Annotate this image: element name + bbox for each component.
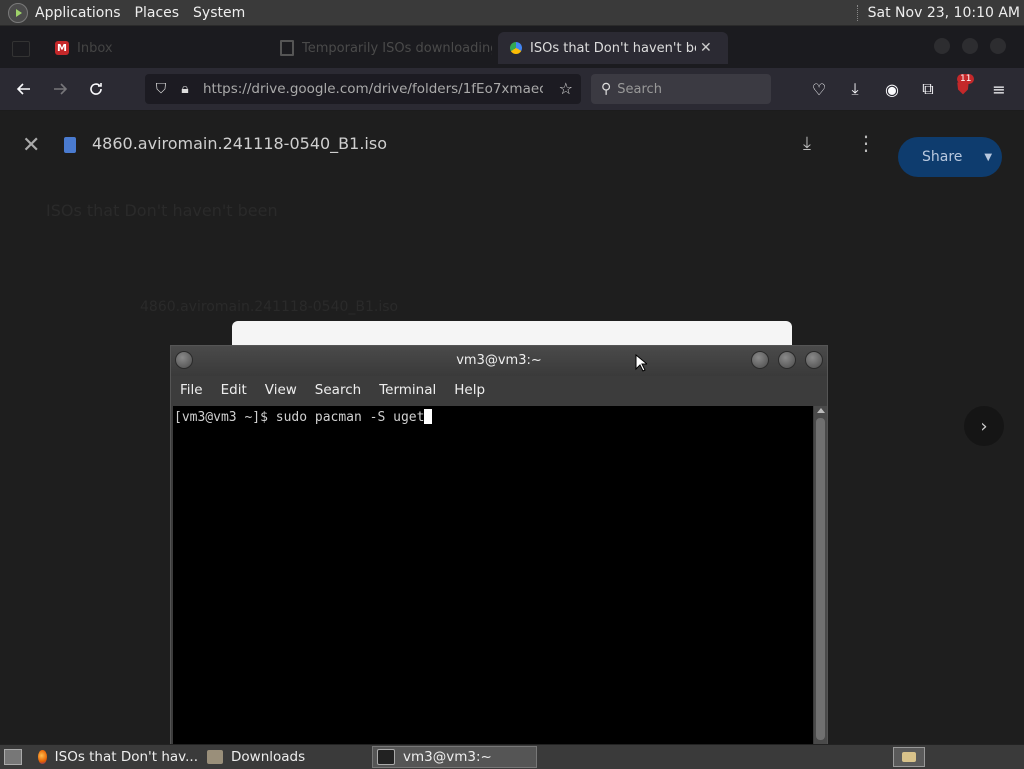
extensions-icon[interactable]: ⧉ (917, 78, 939, 100)
distro-logo-icon[interactable] (8, 2, 28, 23)
account-icon[interactable]: ◉ (881, 78, 903, 100)
places-menu[interactable]: Places (128, 5, 187, 21)
menu-terminal[interactable]: Terminal (370, 382, 445, 398)
url-text[interactable]: https://drive.google.com/drive/folders/1… (203, 81, 543, 97)
lock-icon[interactable]: 🔒︎ (177, 81, 193, 97)
google-drive-icon (510, 42, 522, 54)
reload-icon (90, 83, 102, 95)
ghost-file-row: 4860.aviromain.241118-0540_B1.iso (140, 299, 399, 315)
maximize-button[interactable] (962, 38, 978, 54)
preview-header: ✕ 4860.aviromain.241118-0540_B1.iso ⤓ ⋮ … (0, 125, 1024, 177)
browser-window-controls (934, 38, 1006, 54)
show-desktop-button[interactable] (4, 749, 22, 765)
taskbar-label: ISOs that Don't hav... (54, 749, 198, 765)
browser-tab-bar: M Inbox Temporarily ISOs downloading ISO… (0, 26, 1024, 68)
bookmark-star-icon[interactable]: ☆ (559, 79, 573, 98)
search-input[interactable]: Search (617, 82, 662, 97)
gmail-icon: M (55, 41, 69, 55)
minimize-button[interactable] (751, 351, 769, 369)
terminal-title: vm3@vm3:~ (456, 353, 542, 368)
terminal-window[interactable]: vm3@vm3:~ File Edit View Search Terminal… (170, 345, 828, 745)
text-cursor (424, 409, 433, 424)
tracking-shield-icon[interactable]: ⛉ (153, 81, 169, 97)
trash-icon (280, 40, 294, 56)
menu-search[interactable]: Search (306, 382, 370, 398)
workspace-switcher[interactable] (893, 747, 925, 767)
reload-button[interactable] (84, 77, 108, 101)
forward-button[interactable] (48, 77, 72, 101)
tab-label: ISOs that Don't haven't been (530, 40, 696, 56)
terminal-screen[interactable]: [vm3@vm3 ~]$ sudo pacman -S uget (173, 406, 813, 744)
extension-badge: 11 (957, 74, 975, 84)
tab-label: Inbox (77, 40, 113, 56)
tab-overview-icon[interactable] (12, 41, 30, 57)
terminal-line: [vm3@vm3 ~]$ sudo pacman -S uget (174, 409, 433, 425)
pocket-icon[interactable]: ♡ (808, 78, 830, 100)
back-arrow-icon (16, 83, 30, 95)
taskbar-item-downloads[interactable]: Downloads (207, 746, 367, 768)
share-caret-icon: ▼ (984, 151, 993, 163)
menu-edit[interactable]: Edit (212, 382, 256, 398)
downloads-icon[interactable]: ⤓ (844, 78, 866, 100)
panel-clock[interactable]: Sat Nov 23, 10:10 AM (868, 5, 1024, 21)
chevron-right-icon: › (980, 415, 988, 437)
back-button[interactable] (12, 77, 36, 101)
close-preview-icon[interactable]: ✕ (22, 133, 40, 158)
terminal-scrollbar[interactable] (814, 406, 827, 744)
browser-nav-bar: ⛉ 🔒︎ https://drive.google.com/drive/fold… (0, 68, 1024, 110)
download-icon[interactable]: ⤓ (803, 133, 811, 154)
close-window-button[interactable] (990, 38, 1006, 54)
terminal-titlebar[interactable]: vm3@vm3:~ (171, 346, 827, 376)
folder-icon (207, 750, 223, 764)
system-menu[interactable]: System (186, 5, 252, 21)
search-bar[interactable]: ⚲ Search (591, 74, 771, 104)
minimize-button[interactable] (934, 38, 950, 54)
prompt-text: [vm3@vm3 ~]$ sudo pacman -S uget (174, 410, 425, 425)
maximize-button[interactable] (778, 351, 796, 369)
tab-temporary-isos[interactable]: Temporarily ISOs downloading (280, 32, 492, 64)
menu-help[interactable]: Help (445, 382, 494, 398)
applications-menu[interactable]: Applications (28, 5, 128, 21)
preview-file-name: 4860.aviromain.241118-0540_B1.iso (92, 134, 387, 153)
bottom-taskbar: ISOs that Don't hav... Downloads vm3@vm3… (0, 744, 1024, 769)
scrollbar-thumb[interactable] (816, 418, 825, 740)
share-button[interactable]: Share ▼ (898, 137, 1002, 177)
scroll-up-arrow-icon[interactable] (817, 408, 825, 413)
more-options-icon[interactable]: ⋮ (856, 131, 876, 155)
panel-separator (856, 4, 860, 21)
terminal-icon (377, 749, 395, 765)
menu-view[interactable]: View (256, 382, 306, 398)
taskbar-item-terminal[interactable]: vm3@vm3:~ (372, 746, 537, 768)
tab-isos-drive[interactable]: ISOs that Don't haven't been ✕ (498, 32, 728, 64)
folder-heading: ISOs that Don't haven't been (46, 201, 278, 220)
taskbar-item-firefox[interactable]: ISOs that Don't hav... (38, 746, 198, 768)
tab-label: Temporarily ISOs downloading (302, 40, 492, 56)
url-bar[interactable]: ⛉ 🔒︎ https://drive.google.com/drive/fold… (145, 74, 581, 104)
firefox-icon (38, 750, 47, 764)
menu-file[interactable]: File (171, 382, 212, 398)
menu-hamburger-icon[interactable]: ≡ (988, 78, 1010, 100)
top-panel: Applications Places System Sat Nov 23, 1… (0, 0, 1024, 26)
search-icon: ⚲ (601, 81, 612, 97)
terminal-menubar: File Edit View Search Terminal Help (171, 376, 827, 404)
taskbar-label: Downloads (231, 749, 306, 765)
taskbar-label: vm3@vm3:~ (403, 749, 492, 765)
next-file-button[interactable]: › (964, 406, 1004, 446)
forward-arrow-icon (54, 83, 68, 95)
file-icon (64, 137, 76, 153)
tab-gmail[interactable]: M Inbox (55, 32, 185, 64)
tab-close-icon[interactable]: ✕ (700, 40, 712, 56)
close-button[interactable] (805, 351, 823, 369)
share-label: Share (922, 149, 963, 165)
